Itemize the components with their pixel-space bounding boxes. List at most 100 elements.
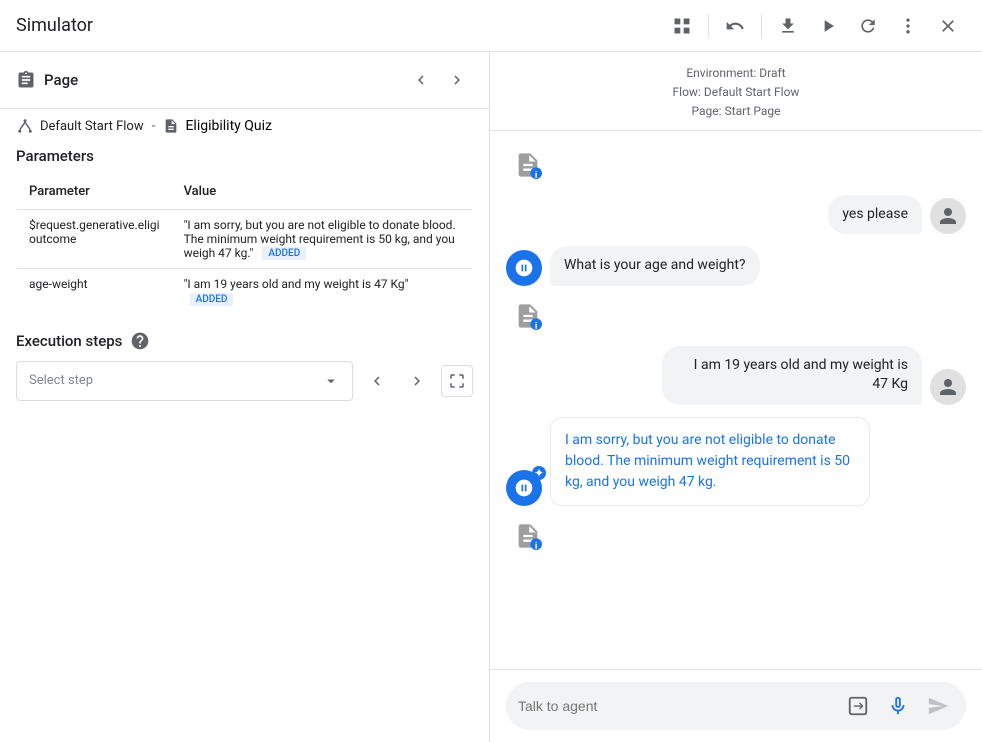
avatar-bot-1: [506, 250, 542, 286]
page-header-left: Page: [16, 70, 78, 90]
breadcrumb-page: Eligibility Quiz: [163, 118, 271, 134]
message-user-1: yes please: [506, 195, 966, 235]
more-icon: [898, 16, 918, 36]
message-user-2: I am 19 years old and my weight is 47 Kg: [506, 346, 966, 405]
send-icon: [927, 695, 949, 717]
grid-icon-button[interactable]: [664, 8, 700, 44]
play-icon: [818, 16, 838, 36]
chat-input-row: [506, 682, 966, 730]
grid-icon: [672, 16, 692, 36]
doc-icon-1: i: [514, 151, 542, 179]
chevron-right-icon: [448, 71, 466, 89]
svg-text:i: i: [535, 169, 537, 178]
value-col-header: Value: [172, 174, 473, 210]
step-next-button[interactable]: [401, 365, 433, 397]
page-nav: [405, 64, 473, 96]
app-title: Simulator: [16, 15, 93, 36]
parameters-section: Parameters Parameter Value $request.gene…: [0, 147, 489, 331]
doc-icon-row-3: i: [506, 518, 966, 554]
table-row: $request.generative.eligioutcome "I am s…: [17, 210, 473, 269]
doc-icon-row-2: i: [506, 298, 966, 334]
focus-button[interactable]: [441, 365, 473, 397]
topbar-actions: [664, 8, 966, 44]
download-button[interactable]: [770, 8, 806, 44]
param-name-2: age-weight: [17, 269, 172, 314]
page-forward-button[interactable]: [441, 64, 473, 96]
page-back-button[interactable]: [405, 64, 437, 96]
svg-text:i: i: [535, 321, 537, 330]
chevron-left-icon: [412, 71, 430, 89]
chat-input[interactable]: [518, 698, 834, 714]
main-layout: Page: [0, 52, 982, 742]
refresh-button[interactable]: [850, 8, 886, 44]
insert-icon: [847, 695, 869, 717]
clipboard-icon: [16, 70, 36, 90]
exec-controls: Select step: [16, 361, 473, 401]
param-value-2: "I am 19 years old and my weight is 47 K…: [172, 269, 473, 314]
svg-text:i: i: [535, 541, 537, 550]
undo-button[interactable]: [717, 8, 753, 44]
flow-icon: [16, 117, 34, 135]
breadcrumb: Default Start Flow - Eligibility Quiz: [0, 109, 489, 147]
close-button[interactable]: [930, 8, 966, 44]
bubble-user-2: I am 19 years old and my weight is 47 Kg: [662, 346, 922, 405]
focus-icon: [448, 372, 466, 390]
param-col-header: Parameter: [17, 174, 172, 210]
parameters-table: Parameter Value $request.generative.elig…: [16, 173, 473, 315]
undo-icon: [725, 16, 745, 36]
refresh-icon: [858, 16, 878, 36]
sparkle-icon: ✦: [532, 466, 546, 480]
help-icon[interactable]: [130, 331, 150, 351]
insert-button[interactable]: [842, 690, 874, 722]
doc-icon-2: i: [514, 302, 542, 330]
mic-button[interactable]: [882, 690, 914, 722]
page-label: Page: [44, 71, 78, 89]
table-row: age-weight "I am 19 years old and my wei…: [17, 269, 473, 314]
play-button[interactable]: [810, 8, 846, 44]
execution-steps-section: Execution steps Select step: [0, 331, 489, 401]
execution-steps-title: Execution steps: [16, 332, 122, 350]
mic-icon: [887, 695, 909, 717]
page-header: Page: [0, 52, 489, 109]
avatar-user-1: [930, 198, 966, 234]
param-name-1: $request.generative.eligioutcome: [17, 210, 172, 269]
breadcrumb-page-name: Eligibility Quiz: [185, 118, 271, 134]
topbar: Simulator: [0, 0, 982, 52]
step-select[interactable]: Select step: [16, 361, 353, 401]
breadcrumb-flow-name: Default Start Flow: [40, 119, 144, 134]
close-icon: [938, 16, 958, 36]
avatar-user-2: [930, 369, 966, 405]
more-button[interactable]: [890, 8, 926, 44]
bubble-user-1: yes please: [828, 195, 922, 235]
chat-input-area: [490, 669, 982, 742]
parameters-title: Parameters: [16, 147, 473, 173]
doc-icon-row-1: i: [506, 147, 966, 183]
chat-meta: Environment: Draft Flow: Default Start F…: [490, 52, 982, 131]
bubble-bot-1: What is your age and weight?: [550, 246, 760, 286]
left-panel: Page: [0, 52, 490, 742]
chevron-down-icon: [322, 372, 340, 390]
chevron-right-icon: [408, 372, 426, 390]
meta-line1: Environment: Draft: [506, 64, 966, 83]
breadcrumb-separator: -: [152, 118, 156, 134]
breadcrumb-flow: Default Start Flow: [16, 117, 144, 135]
divider-2: [761, 14, 762, 38]
send-button[interactable]: [922, 690, 954, 722]
chevron-left-icon: [368, 372, 386, 390]
chat-messages: i yes please W: [490, 131, 982, 669]
bubble-bot-ai: I am sorry, but you are not eligible to …: [550, 417, 870, 506]
message-bot-1: What is your age and weight?: [506, 246, 966, 286]
meta-line3: Page: Start Page: [506, 102, 966, 121]
chat-panel: Environment: Draft Flow: Default Start F…: [490, 52, 982, 742]
download-icon: [778, 16, 798, 36]
added-badge-2: ADDED: [190, 293, 234, 306]
divider-1: [708, 14, 709, 38]
added-badge-1: ADDED: [262, 247, 306, 260]
page-icon: [163, 118, 179, 134]
avatar-bot-ai: ✦: [506, 470, 542, 506]
doc-icon-3: i: [514, 522, 542, 550]
meta-line2: Flow: Default Start Flow: [506, 83, 966, 102]
step-prev-button[interactable]: [361, 365, 393, 397]
exec-header: Execution steps: [16, 331, 473, 351]
message-bot-ai: ✦ I am sorry, but you are not eligible t…: [506, 417, 966, 506]
